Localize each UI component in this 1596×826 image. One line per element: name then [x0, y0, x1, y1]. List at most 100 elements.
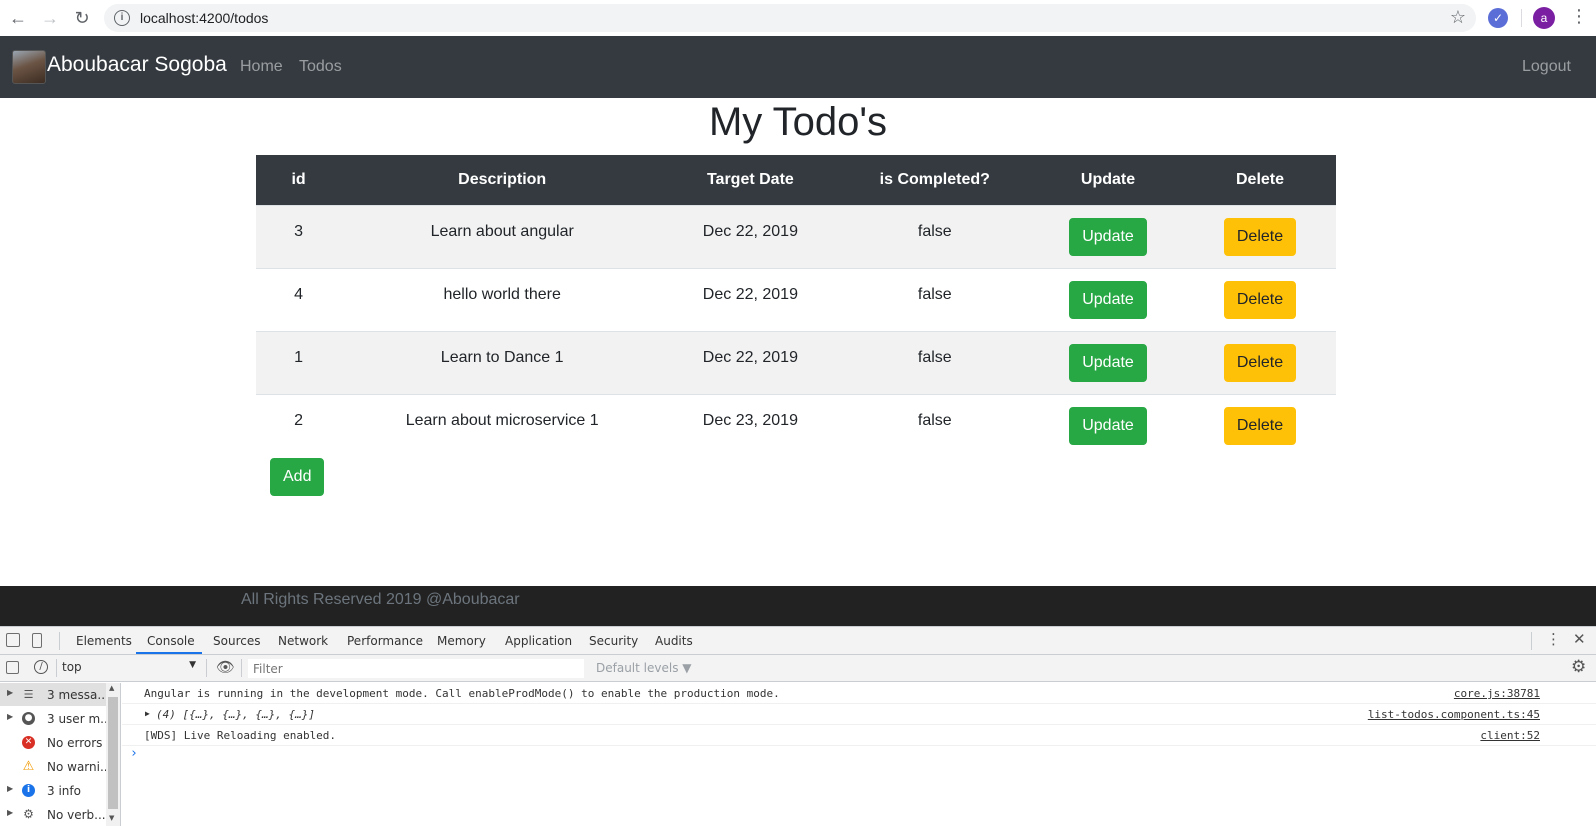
- nav-link-logout[interactable]: Logout: [1522, 58, 1571, 76]
- console-filter-input[interactable]: [248, 659, 584, 678]
- tab-security[interactable]: Security: [589, 634, 638, 648]
- site-info-icon[interactable]: i: [114, 10, 130, 26]
- cell-completed: false: [837, 267, 1033, 331]
- scrollbar-thumb[interactable]: [108, 697, 118, 809]
- log-levels-select[interactable]: Default levels ▼: [596, 661, 692, 675]
- header-update: Update: [1032, 155, 1184, 205]
- update-button[interactable]: Update: [1069, 406, 1147, 445]
- delete-button[interactable]: Delete: [1223, 343, 1297, 382]
- address-bar[interactable]: i localhost:4200/todos ☆: [104, 4, 1476, 32]
- devtools-menu-icon[interactable]: ⋮: [1546, 630, 1561, 648]
- table-row: 2 Learn about microservice 1 Dec 23, 201…: [256, 393, 1336, 457]
- sidebar-item-warnings[interactable]: ⚠ No warni...: [0, 755, 106, 778]
- cell-target-date: Dec 22, 2019: [663, 204, 838, 268]
- devtools-panel: Elements Console Sources Network Perform…: [0, 626, 1596, 826]
- console-message-source[interactable]: client:52: [1480, 729, 1540, 742]
- console-message: ▶ (4) [{…}, {…}, {…}, {…}] list-todos.co…: [122, 704, 1596, 725]
- header-is-completed: is Completed?: [837, 155, 1033, 205]
- tab-memory[interactable]: Memory: [437, 634, 486, 648]
- console-message-text: Angular is running in the development mo…: [144, 687, 780, 700]
- context-select-value: top: [62, 660, 82, 674]
- info-icon: i: [22, 784, 35, 797]
- tab-sources[interactable]: Sources: [213, 634, 260, 648]
- reload-icon[interactable]: ↻: [66, 0, 98, 36]
- delete-button[interactable]: Delete: [1223, 280, 1297, 319]
- tab-application[interactable]: Application: [505, 634, 572, 648]
- kebab-menu-icon[interactable]: ⋮: [1570, 6, 1588, 27]
- expand-triangle-icon[interactable]: ▶: [7, 688, 13, 697]
- bookmark-star-icon[interactable]: ☆: [1450, 7, 1466, 28]
- expand-triangle-icon[interactable]: ▶: [7, 808, 13, 817]
- update-button[interactable]: Update: [1069, 343, 1147, 382]
- cell-description: Learn about angular: [341, 204, 664, 268]
- sidebar-item-verbose[interactable]: ▶ ⚙ No verb...: [0, 803, 106, 826]
- toolbar-divider: [1521, 9, 1522, 27]
- sidebar-scrollbar[interactable]: ▲ ▼: [106, 683, 120, 826]
- context-select[interactable]: top ▼: [62, 660, 198, 674]
- scroll-down-arrow-icon[interactable]: ▼: [109, 814, 114, 822]
- cell-delete: Delete: [1184, 267, 1336, 331]
- cell-update: Update: [1032, 330, 1184, 394]
- update-button[interactable]: Update: [1069, 217, 1147, 256]
- tab-console[interactable]: Console: [147, 634, 195, 648]
- header-target-date: Target Date: [663, 155, 838, 205]
- nav-link-home[interactable]: Home: [240, 58, 283, 76]
- warning-icon: ⚠: [22, 759, 35, 774]
- cell-description: hello world there: [341, 267, 664, 331]
- sidebar-item-errors[interactable]: ✕ No errors: [0, 731, 106, 754]
- sidebar-item-info[interactable]: ▶ i 3 info: [0, 779, 106, 802]
- console-output: Angular is running in the development mo…: [122, 683, 1596, 826]
- toolbar-divider: [56, 659, 57, 677]
- add-todo-button[interactable]: Add: [270, 458, 325, 496]
- cell-target-date: Dec 23, 2019: [663, 393, 838, 457]
- brand-name[interactable]: Aboubacar Sogoba: [47, 53, 227, 77]
- profile-avatar[interactable]: a: [1533, 7, 1555, 29]
- nav-link-todos[interactable]: Todos: [299, 58, 342, 76]
- tab-divider: [1531, 632, 1532, 650]
- header-description: Description: [341, 155, 664, 205]
- browser-toolbar: ← → ↻ i localhost:4200/todos ☆ ✓ a ⋮: [0, 0, 1596, 36]
- brand-avatar: [12, 50, 46, 84]
- header-delete: Delete: [1184, 155, 1336, 205]
- inspect-element-icon[interactable]: [6, 633, 20, 647]
- sidebar-item-user-messages[interactable]: ▶ ● 3 user m...: [0, 707, 106, 730]
- sidebar-item-label: 3 messa...: [47, 688, 106, 702]
- console-message-text[interactable]: (4) [{…}, {…}, {…}, {…}]: [156, 708, 315, 721]
- eye-icon[interactable]: 👁: [216, 658, 235, 676]
- console-message: Angular is running in the development mo…: [122, 683, 1596, 704]
- back-arrow-icon[interactable]: ←: [2, 0, 34, 36]
- table-row: 1 Learn to Dance 1 Dec 22, 2019 false Up…: [256, 330, 1336, 394]
- tab-elements[interactable]: Elements: [76, 634, 132, 648]
- extension-icon[interactable]: ✓: [1488, 8, 1508, 28]
- expand-triangle-icon[interactable]: ▶: [7, 784, 13, 793]
- console-message: [WDS] Live Reloading enabled. client:52: [122, 725, 1596, 746]
- app-navbar: Aboubacar Sogoba Home Todos Logout: [0, 36, 1596, 98]
- console-message-source[interactable]: list-todos.component.ts:45: [1368, 708, 1540, 721]
- cell-completed: false: [837, 393, 1033, 457]
- forward-arrow-icon[interactable]: →: [34, 0, 66, 36]
- cell-delete: Delete: [1184, 393, 1336, 457]
- clear-console-icon[interactable]: /: [34, 660, 48, 674]
- tab-divider: [59, 632, 60, 650]
- delete-button[interactable]: Delete: [1223, 406, 1297, 445]
- page-footer: All Rights Reserved 2019 @Aboubacar: [0, 586, 1596, 626]
- cell-id: 4: [256, 267, 342, 331]
- console-message-source[interactable]: core.js:38781: [1454, 687, 1540, 700]
- sidebar-toggle-icon[interactable]: [6, 661, 19, 674]
- cell-delete: Delete: [1184, 204, 1336, 268]
- device-toolbar-icon[interactable]: [32, 633, 42, 648]
- update-button[interactable]: Update: [1069, 280, 1147, 319]
- scroll-up-arrow-icon[interactable]: ▲: [109, 684, 114, 692]
- expand-triangle-icon[interactable]: ▶: [7, 712, 13, 721]
- tab-network[interactable]: Network: [278, 634, 328, 648]
- active-tab-indicator: [136, 652, 202, 654]
- tab-performance[interactable]: Performance: [347, 634, 423, 648]
- expand-triangle-icon[interactable]: ▶: [145, 709, 150, 718]
- sidebar-item-messages[interactable]: ▶ ☰ 3 messa...: [0, 683, 106, 706]
- console-prompt-icon[interactable]: ›: [130, 746, 138, 761]
- tab-audits[interactable]: Audits: [655, 634, 693, 648]
- url-text[interactable]: localhost:4200/todos: [140, 10, 268, 26]
- gear-icon[interactable]: ⚙: [1571, 657, 1586, 677]
- delete-button[interactable]: Delete: [1223, 217, 1297, 256]
- close-devtools-icon[interactable]: ✕: [1573, 630, 1586, 648]
